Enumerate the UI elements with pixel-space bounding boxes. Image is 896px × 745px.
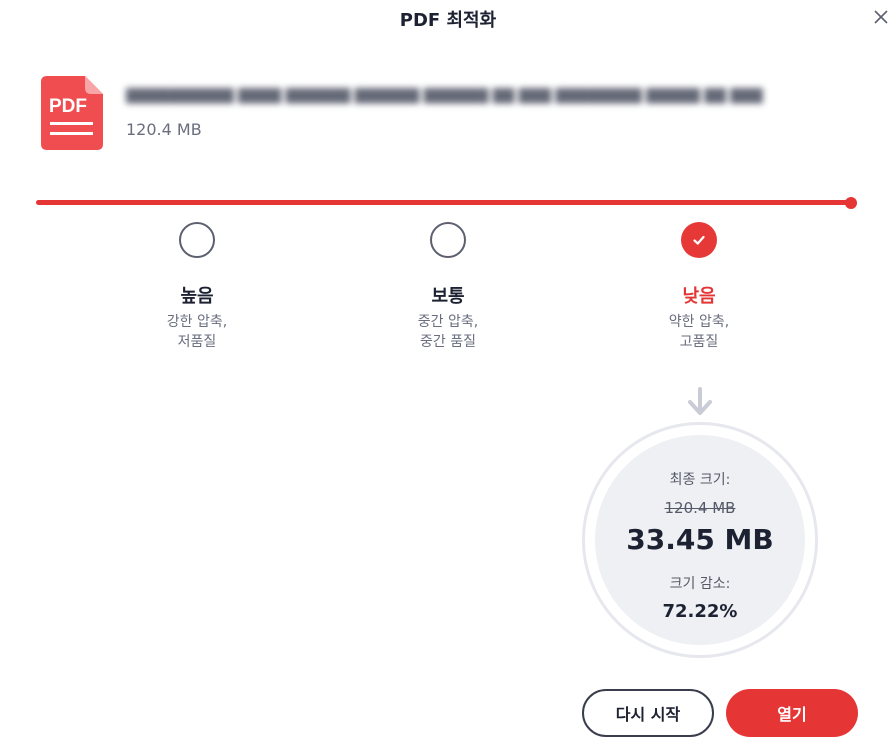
restart-button[interactable]: 다시 시작 [582, 689, 714, 737]
option-medium[interactable]: 보통 중간 압축, 중간 품질 [358, 222, 538, 352]
result-inner-circle: 최종 크기: 120.4 MB 33.45 MB 크기 감소: 72.22% [595, 435, 805, 645]
option-high-title: 높음 [180, 286, 214, 307]
file-name: ██████████ ████ ██████ ██████ ██████ ██ … [126, 88, 766, 104]
file-size: 120.4 MB [126, 120, 202, 139]
option-low[interactable]: 낮음 약한 압축, 고품질 [609, 222, 789, 352]
option-medium-desc: 중간 압축, 중간 품질 [417, 314, 479, 350]
option-low-title: 낮음 [682, 286, 716, 307]
original-size-strikethrough: 120.4 MB [664, 499, 736, 517]
checkmark-icon [693, 235, 705, 245]
arrow-down-icon [687, 387, 713, 417]
compression-slider-handle[interactable] [845, 197, 857, 209]
option-low-desc: 약한 압축, 고품질 [668, 314, 730, 350]
compression-slider-track[interactable] [36, 200, 854, 205]
reduction-value: 72.22% [662, 601, 738, 622]
radio-high[interactable] [179, 222, 215, 258]
final-size-value: 33.45 MB [626, 523, 774, 556]
pdf-file-icon: PDF [41, 76, 103, 150]
pdf-file-icon-label: PDF [49, 96, 87, 117]
final-size-label: 최종 크기: [669, 472, 731, 488]
reduction-label: 크기 감소: [669, 576, 731, 592]
radio-medium[interactable] [430, 222, 466, 258]
option-medium-title: 보통 [431, 286, 465, 307]
result-panel: 최종 크기: 120.4 MB 33.45 MB 크기 감소: 72.22% [582, 422, 818, 658]
option-high[interactable]: 높음 강한 압축, 저품질 [107, 222, 287, 352]
radio-low[interactable] [681, 222, 717, 258]
dialog-title: PDF 최적화 [399, 10, 497, 31]
pdf-optimize-dialog: PDF 최적화 PDF ██████████ ████ ██████ █████… [0, 0, 896, 745]
option-high-desc: 강한 압축, 저품질 [166, 314, 228, 350]
close-icon[interactable] [868, 4, 894, 30]
open-button[interactable]: 열기 [726, 689, 858, 737]
